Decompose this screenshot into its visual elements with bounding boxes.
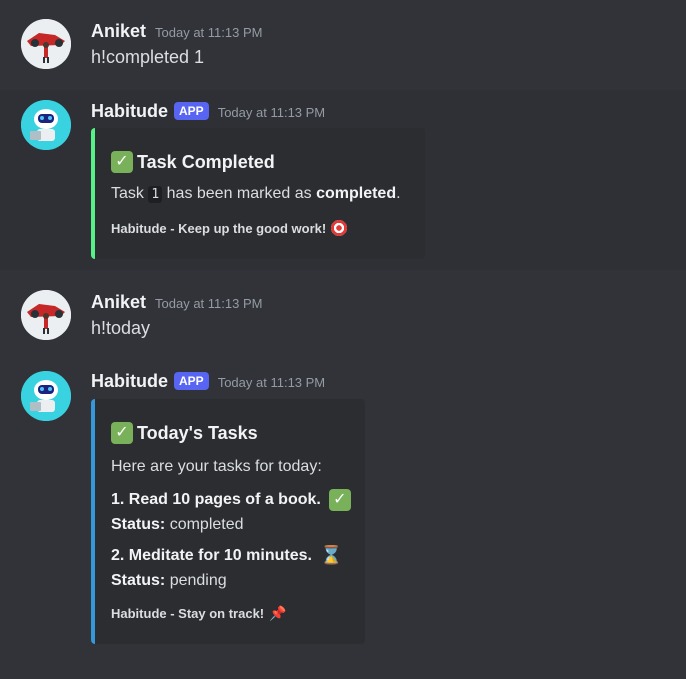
footer-text: Habitude - Keep up the good work! [111,220,327,236]
message-aniket-2: Aniket Today at 11:13 PM h!today [0,270,686,360]
user-avatar[interactable] [21,19,71,69]
task-title-text: 2. Meditate for 10 minutes. [111,546,312,564]
inline-code: 1 [148,186,163,203]
status-value: pending [169,572,227,589]
desc-suffix: . [396,185,401,202]
bot-avatar[interactable] [21,100,71,150]
embed-intro: Here are your tasks for today: [111,458,322,475]
username[interactable]: Aniket [91,21,146,42]
pushpin-icon: 📌 [269,605,287,621]
message-content: h!completed 1 [91,47,205,67]
task-title-text: 1. Read 10 pages of a book. [111,491,321,508]
message-content: h!today [91,318,151,338]
task-item-title: 2. Meditate for 10 minutes. ⌛ [111,545,342,566]
username[interactable]: Habitude [91,371,168,392]
message-habitude-2: Habitude APP Today at 11:13 PM ✓ Today's… [0,360,686,660]
status-label: Status: [111,572,166,589]
footer-text: Habitude - Stay on track! [111,606,265,621]
timestamp: Today at 11:13 PM [217,105,326,120]
timestamp: Today at 11:13 PM [155,296,263,311]
desc-bold: completed [316,185,397,202]
embed-title-text: Task Completed [137,151,275,172]
desc-prefix: Task [111,185,144,202]
app-badge: APP [174,372,209,390]
check-icon: ✓ [328,489,351,511]
timestamp: Today at 11:13 PM [155,25,263,40]
username[interactable]: Aniket [91,292,146,313]
task-status: Status: completed [111,516,244,534]
task-status: Status: pending [111,572,227,590]
embed-todays-tasks: ✓ Today's Tasks Here are your tasks for … [91,399,365,644]
task-item-title: 1. Read 10 pages of a book. ✓ [111,489,351,511]
embed-footer: Habitude - Keep up the good work! [111,220,348,236]
embed-footer: Habitude - Stay on track! 📌 [111,605,287,622]
message-habitude-1: Habitude APP Today at 11:13 PM ✓ Task Co… [0,90,686,270]
bot-avatar[interactable] [21,371,71,421]
desc-mid: has been marked as [166,185,312,202]
status-value: completed [169,516,244,533]
embed-title-text: Today's Tasks [137,422,258,443]
message-aniket-1: Aniket Today at 11:13 PM h!completed 1 [0,0,686,90]
target-icon [331,220,348,236]
status-label: Status: [111,516,166,533]
check-icon: ✓ [111,422,133,444]
app-badge: APP [174,102,209,120]
embed-title: ✓ Today's Tasks [111,422,258,444]
username[interactable]: Habitude [91,101,168,122]
embed-description: Task 1 has been marked as completed. [111,185,401,203]
timestamp: Today at 11:13 PM [217,375,326,390]
user-avatar[interactable] [21,290,71,340]
hourglass-icon: ⌛ [319,545,343,565]
check-icon: ✓ [111,151,133,173]
embed-title: ✓ Task Completed [111,151,275,173]
embed-task-completed: ✓ Task Completed Task 1 has been marked … [91,128,425,259]
